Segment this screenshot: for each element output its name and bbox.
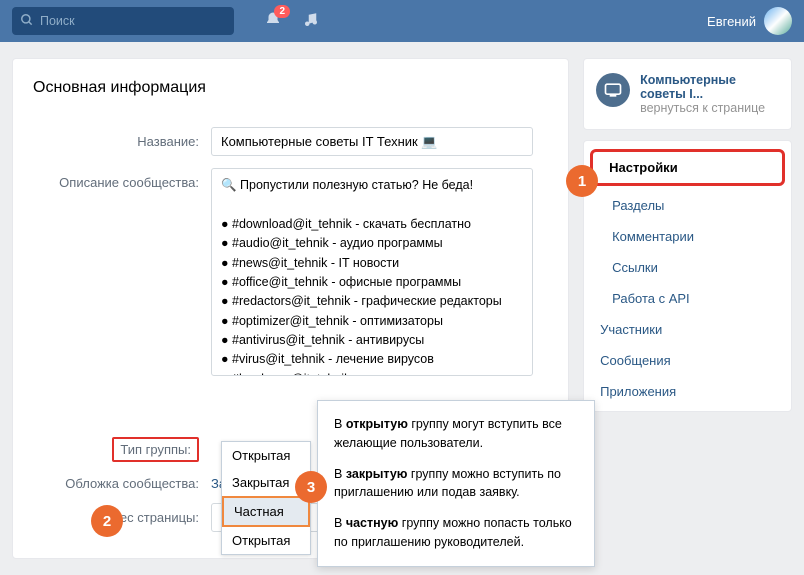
community-name-input[interactable] [211,127,533,156]
dropdown-option-private[interactable]: Частная [222,496,310,527]
callout-marker-2: 2 [91,505,123,537]
dropdown-option-open[interactable]: Открытая [222,442,310,469]
notifications-icon[interactable]: 2 [264,11,282,32]
avatar [764,7,792,35]
side-menu: Настройки Разделы Комментарии Ссылки Раб… [583,140,792,412]
menu-item-comments[interactable]: Комментарии [584,221,791,252]
label-group-type: Тип группы: [33,438,211,457]
notification-badge: 2 [274,5,290,18]
community-card[interactable]: Компьютерные советы I... вернуться к стр… [583,58,792,130]
user-menu[interactable]: Евгений [707,7,792,35]
callout-marker-3: 3 [295,471,327,503]
username-label: Евгений [707,14,756,29]
menu-item-api[interactable]: Работа с API [584,283,791,314]
label-cover: Обложка сообщества: [33,469,211,491]
menu-item-apps[interactable]: Приложения [584,376,791,407]
community-description-textarea[interactable]: 🔍 Пропустили полезную статью? Не беда! ●… [211,168,533,376]
menu-item-settings[interactable]: Настройки [593,152,782,183]
back-link[interactable]: вернуться к странице [640,101,779,115]
menu-item-messages[interactable]: Сообщения [584,345,791,376]
callout-marker-1: 1 [566,165,598,197]
page-title: Основная информация [13,79,568,121]
menu-item-links[interactable]: Ссылки [584,252,791,283]
community-name: Компьютерные советы I... [640,73,779,101]
dropdown-option-open2[interactable]: Открытая [222,527,310,554]
group-type-dropdown: Открытая Закрытая Частная Открытая [221,441,311,555]
search-icon [20,13,34,30]
top-header: 2 Евгений [0,0,804,42]
menu-item-sections[interactable]: Разделы [584,190,791,221]
group-type-tooltip: В открытую группу могут вступить все жел… [317,400,595,567]
label-name: Название: [33,127,211,149]
menu-item-members[interactable]: Участники [584,314,791,345]
search-box[interactable] [12,7,234,35]
community-thumb-icon [596,73,630,107]
search-input[interactable] [40,14,220,28]
music-icon[interactable] [302,11,320,32]
label-description: Описание сообщества: [33,168,211,190]
